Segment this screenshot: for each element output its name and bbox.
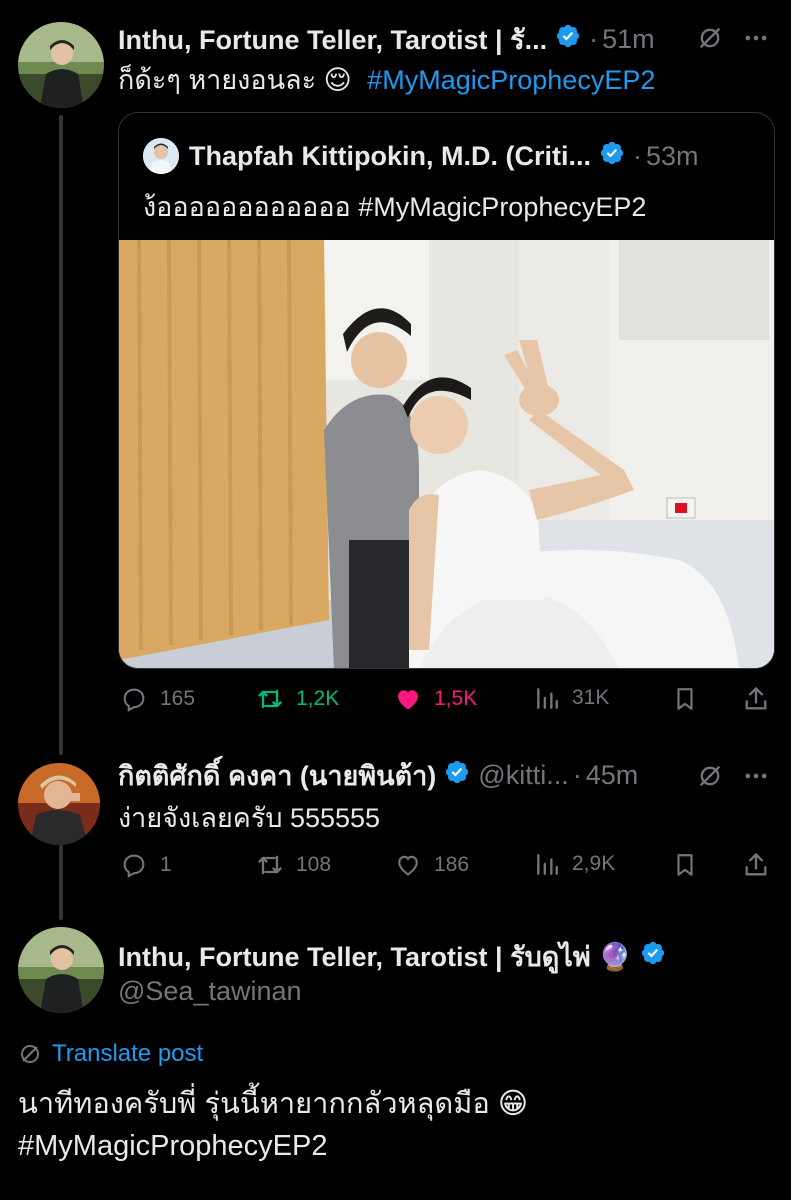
repost-button[interactable]: 1,2K (256, 685, 339, 713)
author-handle[interactable]: @Sea_tawinan (118, 976, 302, 1007)
thread-line (59, 115, 63, 755)
grok-icon[interactable] (696, 24, 724, 57)
views-count: 31K (572, 686, 610, 709)
reply-button[interactable]: 165 (120, 685, 195, 713)
share-button[interactable] (742, 685, 770, 713)
views-button[interactable]: 31K (534, 685, 609, 711)
reply-icon (123, 688, 145, 712)
tweet1-header: Inthu, Fortune Teller, Tarotist | รั... … (118, 22, 655, 56)
avatar[interactable] (18, 22, 104, 108)
views-count: 2,9K (572, 852, 616, 875)
like-count: 186 (434, 853, 470, 876)
more-icon[interactable] (742, 762, 770, 795)
tweet-text-line1: นาทีทองครับพี่ รุ่นนี้หายากกลัวหลุดมือ 😁 (18, 1088, 529, 1120)
tweet-text: ก็ด้ะๆ หายงอนละ 😌 #MyMagicProphecyEP2 (118, 62, 655, 98)
hashtag-link[interactable]: #MyMagicProphecyEP2 (18, 1126, 327, 1166)
quote-timestamp: 53m (645, 140, 699, 171)
heart-icon (398, 855, 418, 876)
repost-button[interactable]: 108 (256, 851, 331, 879)
tweet2-header: กิตติศักดิ์ คงคา (นายพินต้า) @kitti... ·… (118, 758, 638, 792)
avatar[interactable] (18, 927, 104, 1013)
bookmark-icon (677, 688, 693, 710)
hashtag-link[interactable]: #MyMagicProphecyEP2 (367, 65, 655, 95)
bookmark-icon (677, 854, 693, 876)
author-name[interactable]: Inthu, Fortune Teller, Tarotist | รั... (118, 18, 547, 61)
tweet3-header: Inthu, Fortune Teller, Tarotist | รับดูไ… (118, 938, 666, 974)
share-icon (745, 853, 767, 876)
bookmark-button[interactable] (672, 851, 698, 879)
tweet-text: ง่ายจังเลยครับ 555555 (118, 803, 381, 833)
repost-count: 108 (296, 853, 332, 876)
thread-line-2 (59, 845, 63, 920)
repost-count: 1,2K (296, 687, 340, 710)
like-count: 1,5K (434, 687, 478, 710)
author-name[interactable]: กิตติศักดิ์ คงคา (นายพินต้า) (118, 754, 436, 797)
tweet-text-plain: ก็ด้ะๆ หายงอนละ 😌 (118, 65, 352, 95)
views-icon (537, 688, 558, 709)
reply-button[interactable]: 1 (120, 851, 172, 879)
verified-icon (555, 23, 581, 56)
views-button[interactable]: 2,9K (534, 851, 615, 877)
verified-icon (640, 940, 666, 973)
quoted-tweet-card[interactable]: Thapfah Kittipokin, M.D. (Criti... · 53m… (118, 112, 775, 669)
dot-separator: · (632, 140, 642, 171)
repost-icon (258, 689, 282, 709)
author-name[interactable]: Inthu, Fortune Teller, Tarotist | รับดูไ… (118, 935, 632, 978)
quote-text: ง้ออออออออออออ #MyMagicProphecyEP2 (143, 192, 647, 222)
more-icon[interactable] (742, 24, 770, 57)
timestamp[interactable]: 51m (602, 24, 655, 55)
reply-count: 165 (160, 687, 196, 710)
translate-label: Translate post (52, 1040, 204, 1067)
quote-photo[interactable] (119, 240, 774, 668)
reply-icon (123, 854, 145, 878)
dot-separator: · (589, 23, 599, 54)
translate-post-button[interactable]: Translate post (18, 1040, 203, 1068)
like-button[interactable]: 1,5K (394, 685, 477, 713)
like-button[interactable]: 186 (394, 851, 469, 879)
share-icon (745, 687, 767, 710)
heart-filled-icon (398, 690, 418, 710)
avatar[interactable] (18, 763, 100, 845)
dot-separator: · (572, 759, 582, 790)
repost-icon (258, 855, 282, 875)
quote-author-name: Thapfah Kittipokin, M.D. (Criti... (189, 140, 591, 171)
timestamp[interactable]: 45m (586, 760, 639, 791)
translate-icon (21, 1045, 39, 1063)
author-handle[interactable]: @kitti... (478, 760, 568, 791)
views-icon (537, 854, 558, 875)
quote-header: Thapfah Kittipokin, M.D. (Criti... · 53m (189, 139, 699, 173)
bookmark-button[interactable] (672, 685, 698, 713)
grok-icon[interactable] (696, 762, 724, 795)
verified-icon (599, 140, 625, 173)
share-button[interactable] (742, 851, 770, 879)
quote-avatar (143, 138, 179, 174)
verified-icon (444, 759, 470, 792)
reply-count: 1 (160, 853, 172, 876)
